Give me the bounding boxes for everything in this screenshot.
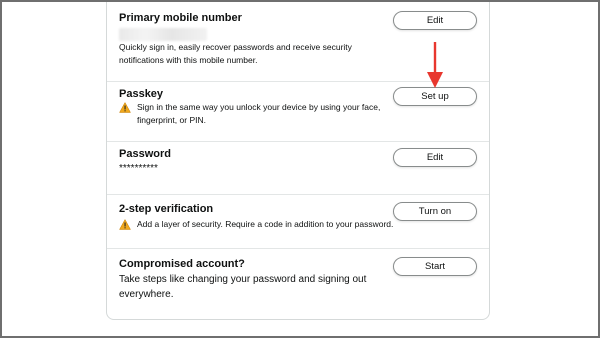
start-compromised-button[interactable]: Start [393, 257, 477, 276]
row-2-step-verification: 2-step verification Add a layer of secur… [107, 195, 489, 249]
row-compromised-account: Compromised account? Take steps like cha… [107, 249, 489, 321]
row-passkey: Passkey Sign in the same way you unlock … [107, 82, 489, 142]
warning-icon [119, 102, 131, 113]
edit-mobile-button[interactable]: Edit [393, 11, 477, 30]
row-password: Password ********** Edit [107, 142, 489, 195]
row-description: Sign in the same way you unlock your dev… [137, 102, 381, 125]
down-arrow-annotation [427, 42, 443, 88]
row-title: Compromised account? [119, 258, 245, 270]
warning-message: Sign in the same way you unlock your dev… [119, 101, 387, 126]
row-description: Take steps like changing your password a… [119, 274, 367, 300]
edit-password-button[interactable]: Edit [393, 148, 477, 167]
warning-icon [119, 219, 131, 230]
mobile-number-redacted [119, 28, 207, 41]
row-title: Primary mobile number [119, 12, 242, 24]
turn-on-2sv-button[interactable]: Turn on [393, 202, 477, 221]
row-description: Quickly sign in, easily recover password… [119, 42, 352, 65]
row-title: 2-step verification [119, 203, 214, 215]
row-description: Add a layer of security. Require a code … [137, 219, 394, 229]
row-title: Password [119, 148, 171, 160]
row-title: Passkey [119, 88, 164, 100]
warning-message: Add a layer of security. Require a code … [119, 218, 407, 231]
password-masked: ********** [119, 163, 158, 174]
